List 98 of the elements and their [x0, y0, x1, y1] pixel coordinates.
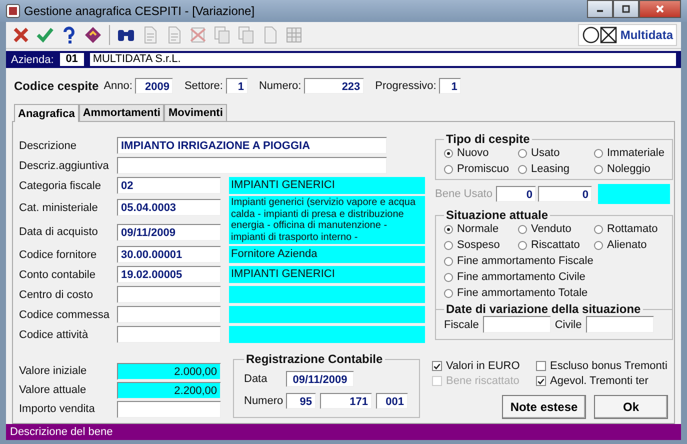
- brand-logo: Multidata: [578, 24, 677, 46]
- close-icon: [655, 4, 665, 14]
- company-label: Azienda:: [11, 54, 54, 66]
- radio-option[interactable]: Usato: [518, 146, 594, 160]
- radio-option[interactable]: Leasing: [518, 162, 594, 176]
- close-button[interactable]: [639, 0, 681, 18]
- field-label: Progressivo:: [375, 80, 436, 92]
- form-label: Centro di costo: [19, 288, 94, 300]
- copy-icon: [236, 25, 256, 45]
- field-label: Civile: [554, 318, 582, 330]
- description-field: IMPIANTI GENERICI: [229, 266, 425, 283]
- checkbox-option[interactable]: Escluso bonus Tremonti: [536, 360, 668, 372]
- diamond-icon: [83, 25, 103, 45]
- radio-option[interactable]: Nuovo: [444, 146, 518, 160]
- company-code-field[interactable]: 01: [60, 53, 84, 66]
- group-title: Situazione attuale: [445, 208, 550, 222]
- checkmark-icon: [433, 362, 441, 370]
- date-field[interactable]: 09/11/2009: [286, 371, 354, 387]
- code-field[interactable]: 1: [439, 78, 462, 94]
- grid-icon: [284, 25, 304, 45]
- radio-option[interactable]: Riscattato: [518, 238, 594, 252]
- radio-option[interactable]: Noleggio: [594, 162, 664, 176]
- form-label: Codice fornitore: [19, 248, 98, 260]
- minimize-button[interactable]: [587, 0, 613, 18]
- code-field[interactable]: 09/11/2009: [117, 224, 221, 241]
- text-field[interactable]: IMPIANTO IRRIGAZIONE A PIOGGIA: [117, 137, 387, 154]
- number-field[interactable]: 95: [286, 393, 316, 409]
- tab[interactable]: Ammortamenti: [78, 104, 164, 121]
- checkbox-option[interactable]: Agevol. Tremonti ter: [536, 375, 668, 387]
- form-label: Codice attività: [19, 328, 90, 340]
- radio-option[interactable]: Rottamato: [594, 222, 664, 236]
- radio-option[interactable]: Immateriale: [594, 146, 664, 160]
- field-label: Numero: [244, 395, 282, 407]
- code-field[interactable]: 2009: [135, 78, 174, 94]
- form-label: Valore iniziale: [19, 365, 88, 377]
- code-field[interactable]: [117, 306, 221, 323]
- field-label: Anno:: [104, 80, 132, 92]
- group-title: Tipo di cespite: [445, 132, 531, 146]
- date-field[interactable]: [586, 316, 654, 333]
- group-title: Registrazione Contabile: [245, 352, 384, 366]
- field-label: Settore:: [184, 80, 223, 92]
- window-title: Gestione anagrafica CESPITI - [Variazione]: [24, 4, 255, 18]
- date-field[interactable]: [482, 316, 551, 333]
- radio-option[interactable]: Normale: [444, 222, 518, 236]
- form-label: Valore attuale: [19, 384, 88, 396]
- code-field[interactable]: [117, 326, 221, 343]
- copy-icon: [212, 25, 232, 45]
- field-label: Fiscale: [444, 318, 479, 330]
- radio-option[interactable]: Sospeso: [444, 238, 518, 252]
- form-label: Conto contabile: [19, 268, 96, 280]
- radio-option[interactable]: Venduto: [518, 222, 594, 236]
- code-field[interactable]: 19.02.00005: [117, 266, 221, 283]
- form-label: Codice commessa: [19, 308, 110, 320]
- amount-field[interactable]: [117, 400, 221, 418]
- crossed-document-icon: [188, 25, 208, 45]
- company-name-field[interactable]: MULTIDATA S.r.L.: [90, 53, 676, 66]
- checkmark-icon: [537, 376, 545, 386]
- radio-option[interactable]: Fine ammortamento Fiscale: [444, 254, 664, 268]
- form-label: Descrizione: [19, 140, 78, 152]
- radio-option[interactable]: Fine ammortamento Totale: [444, 286, 664, 300]
- code-field[interactable]: [117, 286, 221, 303]
- status-bar: Descrizione del bene: [6, 424, 681, 440]
- check-icon: [35, 25, 55, 45]
- dialog-button[interactable]: Note estese: [502, 395, 586, 419]
- code-field[interactable]: 30.00.00001: [117, 246, 221, 263]
- used-asset-label: Bene Usato: [435, 188, 492, 200]
- code-field[interactable]: 223: [304, 78, 364, 94]
- form-label: Data di acquisto: [19, 226, 99, 238]
- description-field: IMPIANTI GENERICI: [229, 177, 425, 194]
- text-field[interactable]: [117, 157, 387, 174]
- field-label: Numero:: [258, 80, 302, 92]
- tab[interactable]: Movimenti: [164, 104, 227, 121]
- code-field[interactable]: 05.04.0003: [117, 199, 221, 216]
- amount-field[interactable]: 2.000,00: [117, 362, 221, 380]
- checkbox-option[interactable]: Valori in EURO: [432, 360, 528, 372]
- asset-code-label: Codice cespite: [14, 79, 99, 93]
- x-icon: [11, 25, 31, 45]
- code-field[interactable]: 02: [117, 177, 221, 194]
- app-icon: [6, 4, 20, 18]
- amount-field[interactable]: 2.200,00: [117, 382, 221, 398]
- group-title: Date di variazione della situazione: [445, 302, 642, 316]
- field-label: Data: [244, 373, 268, 385]
- form-label: Descriz.aggiuntiva: [19, 160, 110, 172]
- description-field: Impianti generici (servizio vapore e acqua calda - impianti di presa e distribuzione energia - officina di manutenzione - impianti di trasporto interno -: [229, 196, 425, 244]
- tab[interactable]: Anagrafica: [14, 104, 79, 122]
- radio-option[interactable]: Fine ammortamento Civile: [444, 270, 664, 284]
- form-label: Cat. ministeriale: [19, 202, 99, 214]
- maximize-button[interactable]: [613, 0, 639, 18]
- form-label: Categoria fiscale: [19, 180, 102, 192]
- form-label: Importo vendita: [19, 403, 96, 415]
- description-field: Fornitore Azienda: [229, 246, 425, 263]
- code-field[interactable]: 1: [226, 78, 248, 94]
- number-field[interactable]: 001: [376, 393, 408, 409]
- maximize-icon: [621, 4, 631, 14]
- dialog-button[interactable]: Ok: [594, 395, 668, 419]
- number-field[interactable]: 171: [320, 393, 372, 409]
- radio-option[interactable]: Alienato: [594, 238, 664, 252]
- radio-option[interactable]: Promiscuo: [444, 162, 518, 176]
